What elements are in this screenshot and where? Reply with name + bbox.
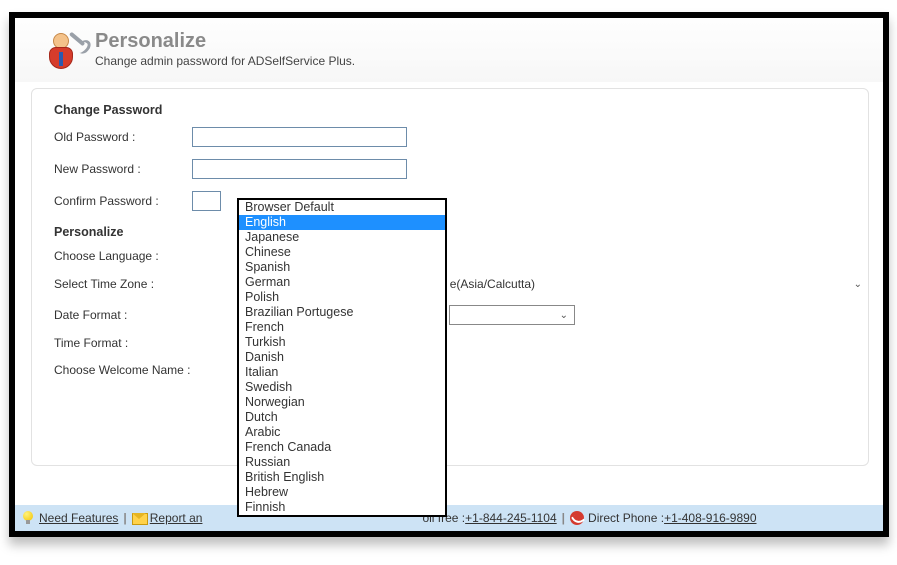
old-password-row: Old Password :	[54, 127, 868, 147]
new-password-label: New Password :	[54, 162, 192, 176]
separator: |	[562, 511, 565, 525]
language-option[interactable]: Polish	[239, 290, 445, 305]
language-option[interactable]: French Canada	[239, 440, 445, 455]
change-password-heading: Change Password	[54, 103, 868, 117]
language-row: Choose Language :	[54, 249, 868, 263]
chevron-down-icon: ⌄	[854, 279, 862, 290]
language-option[interactable]: Dutch	[239, 410, 445, 425]
dateformat-select[interactable]: ⌄	[449, 305, 575, 325]
page-title: Personalize	[95, 30, 355, 52]
language-dropdown[interactable]: Browser DefaultEnglishJapaneseChineseSpa…	[237, 198, 447, 517]
language-option[interactable]: Norwegian	[239, 395, 445, 410]
new-password-row: New Password :	[54, 159, 868, 179]
app-window: Personalize Change admin password for AD…	[9, 12, 889, 537]
footer-bar: Need Features | Report an oll free : +1-…	[15, 505, 883, 531]
language-option[interactable]: Hebrew	[239, 485, 445, 500]
timezone-label: Select Time Zone :	[54, 277, 190, 291]
phone-icon	[570, 511, 584, 525]
page-header: Personalize Change admin password for AD…	[15, 18, 883, 82]
confirm-password-input[interactable]	[192, 191, 221, 211]
timeformat-row: Time Format :	[54, 336, 868, 350]
page-subtitle: Change admin password for ADSelfService …	[95, 54, 355, 68]
old-password-label: Old Password :	[54, 130, 192, 144]
language-option[interactable]: Finnish	[239, 500, 445, 515]
confirm-password-label: Confirm Password :	[54, 194, 192, 208]
old-password-input[interactable]	[192, 127, 407, 147]
bulb-icon	[21, 511, 35, 525]
language-option[interactable]: Turkish	[239, 335, 445, 350]
welcomename-row: Choose Welcome Name : i	[54, 361, 868, 378]
language-option[interactable]: British English	[239, 470, 445, 485]
report-link[interactable]: Report an	[150, 511, 203, 525]
timeformat-label: Time Format :	[54, 336, 192, 350]
language-option[interactable]: French	[239, 320, 445, 335]
dateformat-row: Date Format : ⌄	[54, 305, 868, 325]
direct-number[interactable]: +1-408-916-9890	[664, 511, 756, 525]
timezone-row: Select Time Zone : e(Asia/Calcutta) ⌄	[54, 274, 868, 294]
language-option[interactable]: Brazilian Portugese	[239, 305, 445, 320]
direct-label: Direct Phone :	[588, 511, 664, 525]
chevron-down-icon: ⌄	[560, 310, 568, 321]
confirm-password-row: Confirm Password :	[54, 191, 868, 211]
tollfree-number[interactable]: +1-844-245-1104	[465, 511, 557, 525]
language-option[interactable]: Japanese	[239, 230, 445, 245]
personalize-heading: Personalize	[54, 225, 868, 239]
language-option[interactable]: Italian	[239, 365, 445, 380]
language-option[interactable]: German	[239, 275, 445, 290]
timezone-value: e(Asia/Calcutta)	[450, 277, 535, 291]
language-option[interactable]: Spanish	[239, 260, 445, 275]
language-option[interactable]: Swedish	[239, 380, 445, 395]
language-option[interactable]: Arabic	[239, 425, 445, 440]
separator: |	[123, 511, 126, 525]
mail-icon	[132, 511, 146, 525]
language-option[interactable]: English	[239, 215, 445, 230]
language-option[interactable]: Russian	[239, 455, 445, 470]
new-password-input[interactable]	[192, 159, 407, 179]
title-block: Personalize Change admin password for AD…	[95, 30, 355, 68]
language-option[interactable]: Danish	[239, 350, 445, 365]
dateformat-label: Date Format :	[54, 308, 192, 322]
settings-panel: Change Password Old Password : New Passw…	[31, 88, 869, 466]
language-option[interactable]: Chinese	[239, 245, 445, 260]
personalize-avatar-icon	[43, 30, 87, 74]
personalize-block: Personalize Choose Language : Select Tim…	[54, 225, 868, 378]
language-label: Choose Language :	[54, 249, 192, 263]
language-option[interactable]: Browser Default	[239, 200, 445, 215]
need-features-link[interactable]: Need Features	[39, 511, 118, 525]
timezone-select[interactable]: e(Asia/Calcutta) ⌄	[444, 274, 868, 294]
welcomename-label: Choose Welcome Name :	[54, 363, 212, 377]
